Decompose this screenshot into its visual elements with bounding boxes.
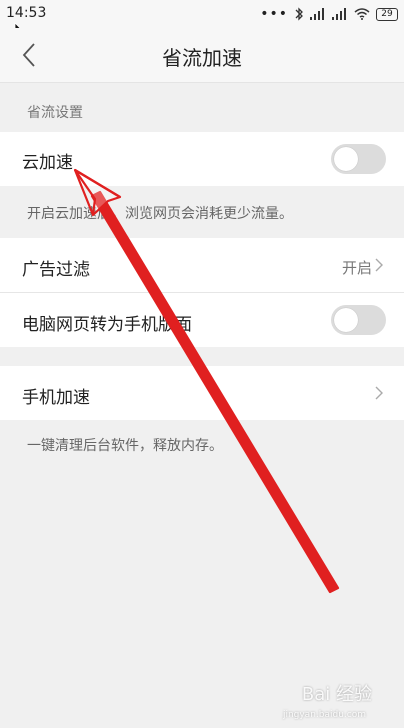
toggle-knob [334, 147, 358, 171]
toggle-knob [334, 308, 358, 332]
watermark-logo: Bai 经验 [301, 684, 372, 705]
cloud-speedup-row[interactable]: 云加速 [0, 132, 404, 186]
ad-filter-value: 开启 [341, 259, 372, 277]
cloud-speedup-label: 云加速 [22, 153, 73, 173]
battery-icon: 29 [376, 7, 398, 21]
nav-bar: 省流加速 [0, 28, 404, 83]
chevron-right-icon [375, 386, 383, 400]
desktop-to-mobile-label: 电脑网页转为手机版面 [22, 315, 192, 335]
ad-filter-label: 广告过滤 [22, 260, 90, 280]
desktop-to-mobile-row[interactable]: 电脑网页转为手机版面 [0, 293, 404, 347]
bluetooth-icon [295, 7, 303, 21]
wifi-icon [354, 8, 370, 20]
phone-speedup-label: 手机加速 [22, 388, 90, 408]
status-time: 14:53 [6, 5, 47, 21]
cloud-speedup-hint: 开启云加速后，浏览网页会消耗更少流量。 [27, 206, 293, 222]
signal-icon [310, 8, 324, 20]
phone-speedup-hint: 一键清理后台软件，释放内存。 [27, 438, 223, 454]
section-header: 省流设置 [27, 105, 83, 121]
more-dots-icon: ••• [260, 6, 288, 22]
watermark-url: jingyan.baidu.com [282, 710, 366, 720]
desktop-to-mobile-toggle[interactable] [331, 305, 386, 335]
signal-icon-2 [332, 8, 346, 20]
status-icons: ••• 29 [260, 6, 398, 22]
ad-filter-row[interactable]: 广告过滤 开启 [0, 238, 404, 292]
status-bar: 14:53 ••• 29 [0, 0, 404, 40]
phone-speedup-row[interactable]: 手机加速 [0, 366, 404, 420]
chevron-right-icon [375, 258, 383, 272]
cloud-speedup-toggle[interactable] [331, 144, 386, 174]
page-title: 省流加速 [162, 46, 242, 70]
